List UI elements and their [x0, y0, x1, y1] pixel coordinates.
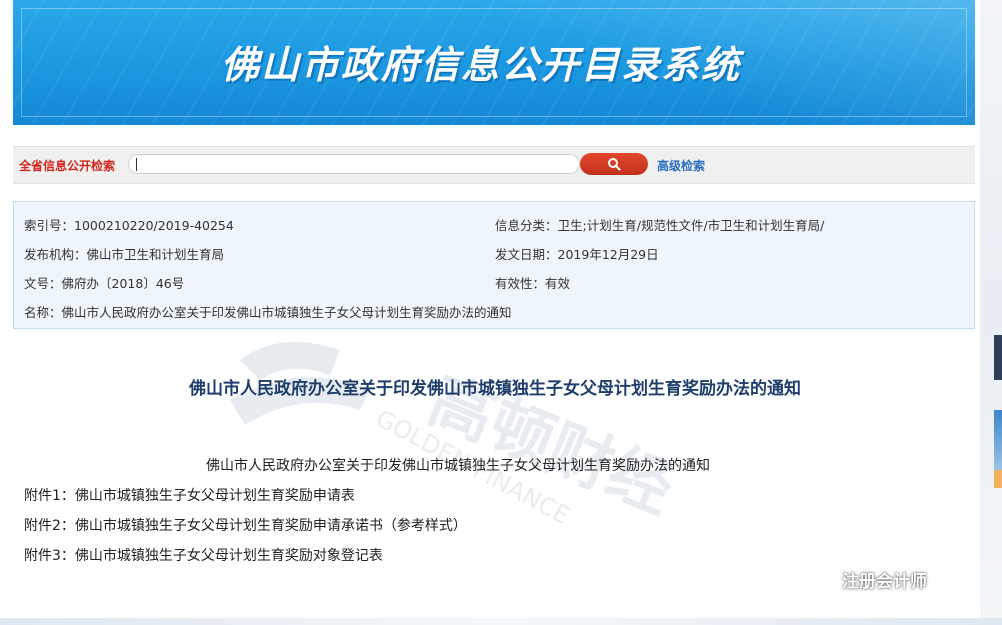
header-banner: 佛山市政府信息公开目录系统 — [13, 0, 975, 125]
search-bar: 全省信息公开检索 高级检索 — [13, 146, 975, 184]
index-value: 1000210220/2019-40254 — [74, 218, 234, 233]
metadata-panel: 索引号：1000210220/2019-40254 信息分类：卫生;计划生育/规… — [13, 201, 975, 329]
bottom-edge — [0, 618, 1002, 625]
search-icon — [608, 158, 621, 171]
date-field: 发文日期：2019年12月29日 — [495, 244, 659, 263]
wechat-account-name: 注册会计师 — [842, 571, 927, 592]
attachment-link[interactable]: 附件1：佛山市城镇独生子女父母计划生育奖励申请表 — [24, 485, 355, 505]
site-title: 佛山市政府信息公开目录系统 — [221, 43, 742, 87]
name-field: 名称：佛山市人民政府办公室关于印发佛山市城镇独生子女父母计划生育奖励办法的通知 — [24, 302, 512, 321]
date-label: 发文日期： — [495, 247, 558, 262]
category-field: 信息分类：卫生;计划生育/规范性文件/市卫生和计划生育局/ — [495, 215, 824, 234]
validity-label: 有效性： — [495, 276, 546, 291]
docno-label: 文号： — [24, 276, 62, 291]
category-value: 卫生;计划生育/规范性文件/市卫生和计划生育局/ — [557, 218, 825, 233]
validity-field: 有效性：有效 — [495, 273, 570, 292]
attachment-link[interactable]: 附件2：佛山市城镇独生子女父母计划生育奖励申请承诺书（参考样式） — [24, 515, 467, 535]
search-button[interactable] — [580, 153, 648, 175]
org-value: 佛山市卫生和计划生育局 — [86, 247, 225, 262]
index-label: 索引号： — [24, 218, 75, 233]
search-input[interactable] — [128, 154, 580, 174]
org-field: 发布机构：佛山市卫生和计划生育局 — [24, 244, 224, 263]
category-label: 信息分类： — [495, 218, 558, 233]
wechat-watermark: 注册会计师 — [804, 566, 927, 592]
notice-link[interactable]: 佛山市人民政府办公室关于印发佛山市城镇独生子女父母计划生育奖励办法的通知 — [206, 455, 710, 475]
date-value: 2019年12月29日 — [557, 247, 659, 262]
document-title: 佛山市人民政府办公室关于印发佛山市城镇独生子女父母计划生育奖励办法的通知 — [189, 379, 801, 399]
text-cursor — [136, 158, 137, 171]
page-edge — [980, 0, 1002, 625]
search-label: 全省信息公开检索 — [19, 159, 116, 173]
edge-decoration — [994, 470, 1002, 488]
name-value: 佛山市人民政府办公室关于印发佛山市城镇独生子女父母计划生育奖励办法的通知 — [61, 305, 512, 320]
name-label: 名称： — [24, 305, 62, 320]
edge-decoration — [994, 335, 1002, 380]
wechat-icon — [805, 568, 835, 590]
validity-value: 有效 — [545, 276, 571, 291]
edge-decoration — [994, 410, 1002, 470]
attachment-link[interactable]: 附件3：佛山市城镇独生子女父母计划生育奖励对象登记表 — [24, 545, 383, 565]
index-field: 索引号：1000210220/2019-40254 — [24, 215, 234, 234]
advanced-search-link[interactable]: 高级检索 — [657, 157, 705, 174]
org-label: 发布机构： — [24, 247, 87, 262]
docno-field: 文号：佛府办〔2018〕46号 — [24, 273, 184, 292]
docno-value: 佛府办〔2018〕46号 — [61, 276, 185, 291]
